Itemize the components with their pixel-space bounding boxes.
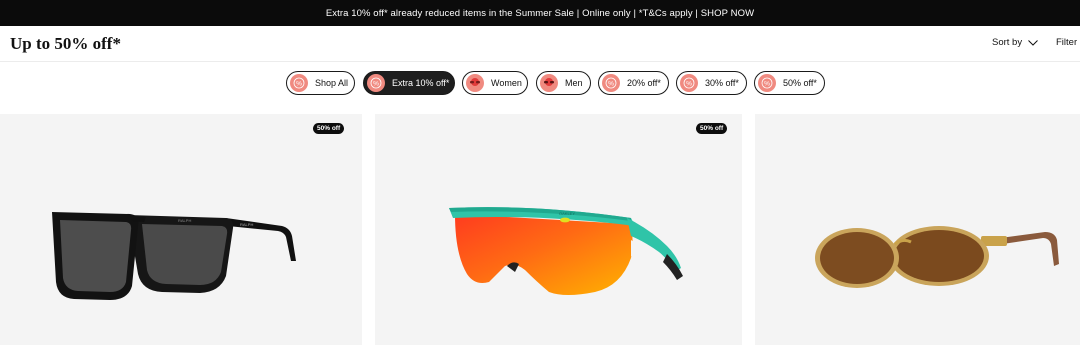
product-card[interactable]: 50% off RALPH RALPH	[0, 114, 362, 345]
chip-30-off[interactable]: % 30% off*	[676, 71, 747, 95]
percent-icon: %	[680, 74, 698, 92]
product-card[interactable]: 50% off OAKLEY	[375, 114, 742, 345]
women-icon	[466, 74, 484, 92]
svg-text:%: %	[764, 80, 770, 87]
chip-50-off[interactable]: % 50% off*	[754, 71, 825, 95]
chip-women[interactable]: Women	[462, 71, 528, 95]
chip-label: 20% off*	[627, 78, 661, 88]
svg-text:%: %	[686, 80, 692, 87]
chip-label: Men	[565, 78, 583, 88]
product-image-gold-oval-sunglasses	[815, 226, 1059, 288]
page-header: Up to 50% off* Sort by Filter b	[0, 26, 1080, 62]
sort-by-label: Sort by	[992, 37, 1023, 48]
percent-icon: %	[602, 74, 620, 92]
promo-text: Extra 10% off* already reduced items in …	[325, 7, 755, 19]
filter-by-button[interactable]: Filter b	[1056, 37, 1080, 48]
svg-text:OAKLEY: OAKLEY	[559, 211, 575, 216]
percent-icon: %	[758, 74, 776, 92]
chip-label: Extra 10% off*	[392, 78, 450, 88]
chip-shop-all[interactable]: % Shop All	[286, 71, 355, 95]
chip-label: Women	[491, 78, 522, 88]
percent-icon: %	[367, 74, 385, 92]
chip-label: Shop All	[315, 78, 349, 88]
percent-icon: %	[290, 74, 308, 92]
chip-men[interactable]: Men	[536, 71, 591, 95]
product-image-teal-sport-shield-sunglasses: OAKLEY	[449, 207, 683, 295]
page-title: Up to 50% off*	[10, 34, 121, 53]
product-grid: 50% off RALPH RALPH 50% off OAKLEY	[0, 114, 1080, 345]
chevron-down-icon	[1028, 39, 1038, 46]
product-image-black-square-sunglasses: RALPH RALPH	[52, 212, 296, 300]
discount-badge: 50% off	[696, 123, 728, 134]
men-icon	[540, 74, 558, 92]
product-card[interactable]	[755, 114, 1080, 345]
chip-label: 30% off*	[705, 78, 739, 88]
svg-text:%: %	[608, 80, 614, 87]
promo-banner[interactable]: Extra 10% off* already reduced items in …	[0, 0, 1080, 26]
svg-text:%: %	[373, 80, 379, 87]
chip-20-off[interactable]: % 20% off*	[598, 71, 669, 95]
category-chips: % Shop All % Extra 10% off* Women Men % …	[0, 71, 1080, 95]
chip-label: 50% off*	[783, 78, 817, 88]
discount-badge: 50% off	[313, 123, 345, 134]
svg-text:RALPH: RALPH	[240, 222, 253, 227]
sort-by-button[interactable]: Sort by	[992, 37, 1038, 48]
svg-text:RALPH: RALPH	[178, 218, 191, 223]
svg-text:%: %	[296, 80, 302, 87]
chip-extra-10-off[interactable]: % Extra 10% off*	[363, 71, 455, 95]
